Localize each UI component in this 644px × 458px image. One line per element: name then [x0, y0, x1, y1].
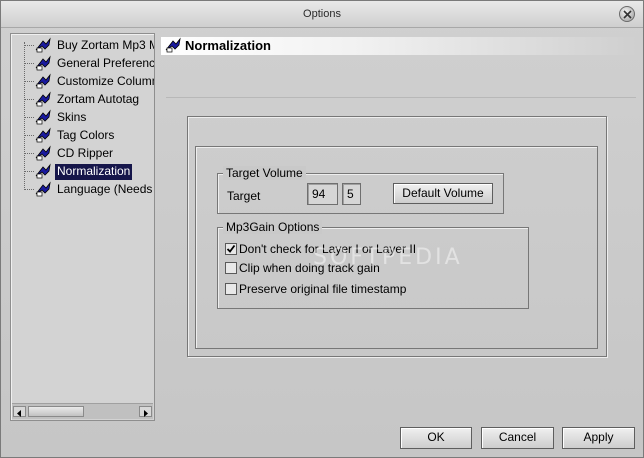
target-volume-decimal-input[interactable]: 5: [342, 183, 361, 205]
tree-horizontal-scrollbar[interactable]: [12, 403, 153, 419]
close-icon: [623, 10, 632, 19]
tree-item-label: Language (Needs r: [57, 182, 155, 196]
layer-check-checkbox[interactable]: [225, 243, 237, 255]
tree-item-cd-ripper[interactable]: CD Ripper: [11, 145, 154, 163]
tool-icon: [35, 91, 51, 107]
tree-item-autotag[interactable]: Zortam Autotag: [11, 91, 154, 109]
tree-item-label: Tag Colors: [57, 128, 115, 142]
tree-connector: [24, 45, 34, 46]
tree-connector: [24, 99, 34, 100]
target-volume-input[interactable]: 94: [307, 183, 338, 205]
mp3gain-legend: Mp3Gain Options: [223, 220, 323, 234]
tree-item-label: Customize Column: [57, 74, 155, 88]
divider: [166, 97, 636, 98]
title-bar: Options: [1, 1, 643, 28]
arrow-left-icon: [17, 410, 21, 417]
tool-icon: [35, 181, 51, 197]
tree-item-skins[interactable]: Skins: [11, 109, 154, 127]
tree-item-general[interactable]: General Preference: [11, 55, 155, 73]
tree-item-label: Skins: [57, 110, 87, 124]
apply-button[interactable]: Apply: [562, 427, 635, 449]
tool-icon: [35, 73, 51, 89]
section-header: Normalization: [161, 37, 637, 55]
tree-item-label: Normalization: [55, 164, 133, 180]
tree-connector: [24, 81, 34, 82]
tree-item-buy[interactable]: Buy Zortam Mp3 M: [11, 37, 155, 55]
watermark: SOFTPEDIA: [313, 245, 463, 270]
tree-connector: [24, 189, 34, 190]
tree-item-label: CD Ripper: [57, 146, 114, 160]
tool-icon: [35, 145, 51, 161]
scroll-right-button[interactable]: [139, 406, 152, 417]
scroll-thumb[interactable]: [28, 406, 84, 417]
tree-connector: [24, 117, 34, 118]
tree-item-label: Zortam Autotag: [57, 92, 140, 106]
default-volume-button[interactable]: Default Volume: [393, 183, 493, 204]
cancel-button[interactable]: Cancel: [481, 427, 554, 449]
options-tree[interactable]: Buy Zortam Mp3 M General Preference Cust…: [10, 33, 155, 421]
target-volume-legend: Target Volume: [223, 166, 306, 180]
preserve-timestamp-label: Preserve original file timestamp: [239, 282, 407, 296]
arrow-right-icon: [144, 410, 148, 417]
tree-item-label: General Preference: [57, 56, 155, 70]
tree-connector: [24, 153, 34, 154]
tree-item-tag-colors[interactable]: Tag Colors: [11, 127, 154, 145]
tool-icon: [35, 127, 51, 143]
tool-icon: [35, 163, 51, 179]
tool-icon: [35, 37, 51, 53]
tree-item-language[interactable]: Language (Needs r: [11, 181, 155, 199]
window-title: Options: [303, 8, 341, 20]
preserve-timestamp-checkbox[interactable]: [225, 283, 237, 295]
options-window: Options Buy Zortam Mp3 M General Prefere…: [0, 0, 644, 458]
close-button[interactable]: [619, 6, 635, 22]
ok-button[interactable]: OK: [400, 427, 472, 449]
checkmark-icon: [226, 244, 236, 253]
tool-icon: [165, 37, 181, 53]
tree-item-columns[interactable]: Customize Column: [11, 73, 155, 91]
tree-connector: [24, 63, 34, 64]
section-title: Normalization: [185, 38, 271, 53]
tree-item-label: Buy Zortam Mp3 M: [57, 38, 155, 52]
tree-connector: [24, 171, 34, 172]
clip-track-gain-checkbox[interactable]: [225, 262, 237, 274]
tree-connector: [24, 135, 34, 136]
scroll-left-button[interactable]: [13, 406, 26, 417]
target-label: Target: [227, 189, 261, 203]
tool-icon: [35, 55, 51, 71]
tool-icon: [35, 109, 51, 125]
tree-item-normalization[interactable]: Normalization: [11, 163, 154, 181]
